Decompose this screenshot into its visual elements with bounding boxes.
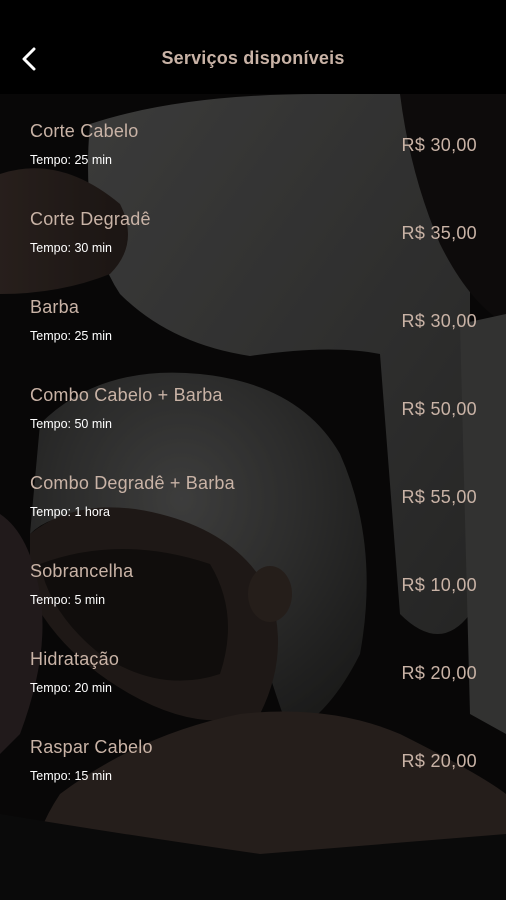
service-item[interactable]: Hidratação Tempo: 20 min R$ 20,00 xyxy=(0,622,506,710)
service-duration: Tempo: 30 min xyxy=(30,241,112,255)
service-name: Hidratação xyxy=(30,649,120,669)
service-item[interactable]: Combo Cabelo + Barba Tempo: 50 min R$ 50… xyxy=(0,358,506,446)
service-duration: Tempo: 25 min xyxy=(30,153,112,167)
service-duration: Tempo: 15 min xyxy=(30,769,112,783)
service-item[interactable]: Barba Tempo: 25 min R$ 30,00 xyxy=(0,270,506,358)
service-item[interactable]: Combo Degradê + Barba Tempo: 1 hora R$ 5… xyxy=(0,446,506,534)
service-price: R$ 35,00 xyxy=(401,223,477,243)
service-item[interactable]: Sobrancelha Tempo: 5 min R$ 10,00 xyxy=(0,534,506,622)
service-price: R$ 30,00 xyxy=(401,135,477,155)
service-item[interactable]: Corte Cabelo Tempo: 25 min R$ 30,00 xyxy=(0,94,506,182)
service-duration: Tempo: 1 hora xyxy=(30,505,110,519)
service-item[interactable]: Raspar Cabelo Tempo: 15 min R$ 20,00 xyxy=(0,710,506,798)
service-duration: Tempo: 50 min xyxy=(30,417,112,431)
service-duration: Tempo: 5 min xyxy=(30,593,106,607)
service-price: R$ 50,00 xyxy=(401,399,477,419)
service-name: Combo Cabelo + Barba xyxy=(30,385,223,405)
services-screen: Serviços disponíveis Corte Cabelo Tempo:… xyxy=(0,0,506,900)
service-price: R$ 30,00 xyxy=(401,311,477,331)
service-name: Combo Degradê + Barba xyxy=(30,473,235,493)
service-duration: Tempo: 25 min xyxy=(30,329,112,343)
service-name: Raspar Cabelo xyxy=(30,737,153,757)
services-list: Corte Cabelo Tempo: 25 min R$ 30,00 Cort… xyxy=(0,94,506,900)
service-name: Corte Degradê xyxy=(30,209,151,229)
service-name: Barba xyxy=(30,297,80,317)
service-name: Sobrancelha xyxy=(30,561,134,581)
service-duration: Tempo: 20 min xyxy=(30,681,112,695)
service-price: R$ 20,00 xyxy=(401,751,477,771)
service-item[interactable]: Corte Degradê Tempo: 30 min R$ 35,00 xyxy=(0,182,506,270)
service-price: R$ 10,00 xyxy=(401,575,477,595)
service-price: R$ 55,00 xyxy=(401,487,477,507)
service-name: Corte Cabelo xyxy=(30,121,139,141)
app-header: Serviços disponíveis xyxy=(0,0,506,94)
page-title: Serviços disponíveis xyxy=(161,48,345,68)
service-price: R$ 20,00 xyxy=(401,663,477,683)
